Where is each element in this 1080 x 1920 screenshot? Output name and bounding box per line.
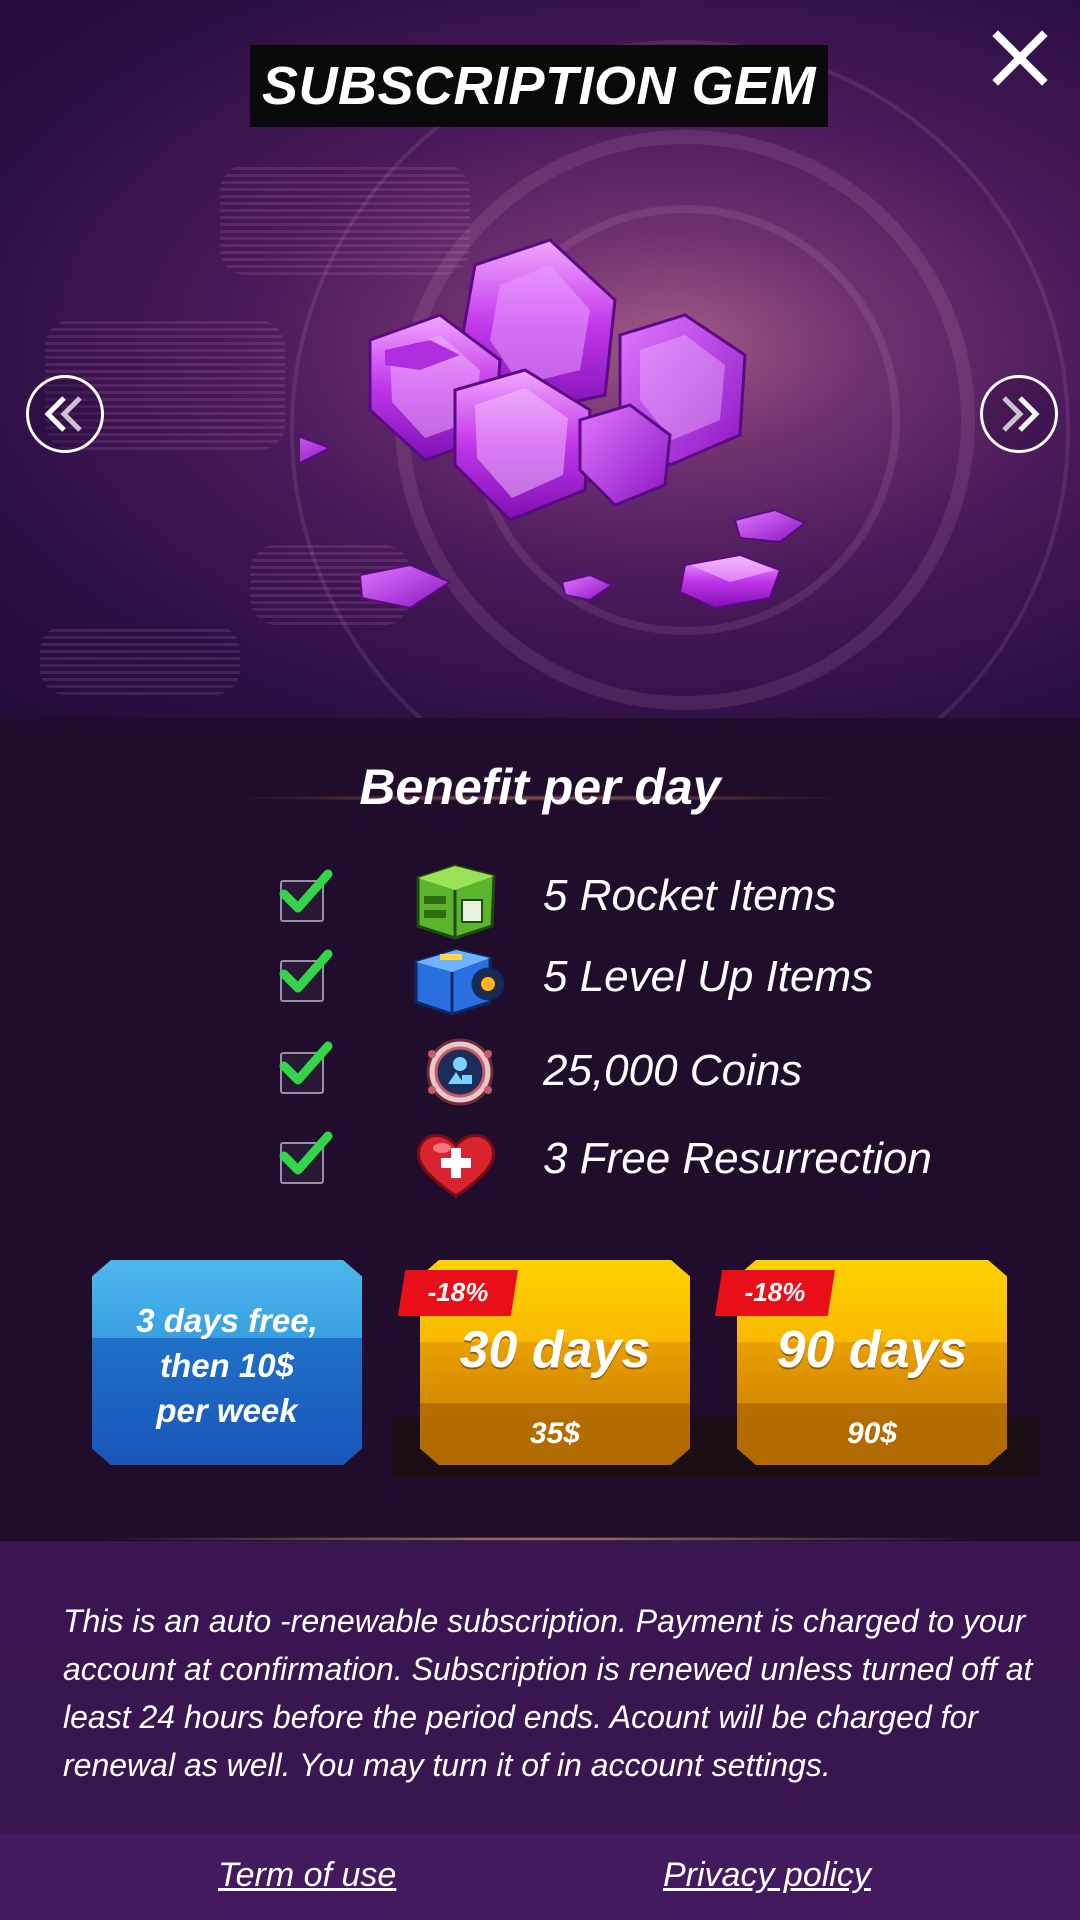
trial-plan-label: 3 days free, then 10$ per week: [92, 1298, 362, 1433]
gems-illustration: [300, 238, 807, 610]
trial-plan-button[interactable]: 3 days free, then 10$ per week: [92, 1260, 362, 1465]
title-banner: SUBSCRIPTION GEM: [250, 45, 828, 127]
benefit-label: 5 Rocket Items: [543, 871, 837, 920]
coin-icon: [410, 1032, 500, 1112]
trial-plan-line: then 10$: [160, 1347, 294, 1384]
decor-scanline: [40, 625, 240, 695]
plan-duration: 30 days: [459, 1321, 651, 1379]
double-chevron-left-icon: [44, 396, 82, 432]
benefit-checkbox[interactable]: [279, 949, 333, 1002]
discount-badge: -18%: [715, 1270, 835, 1316]
legal-text: This is an auto -renewable subscription.…: [63, 1603, 1033, 1783]
close-icon: [992, 30, 1048, 86]
benefit-label: 25,000 Coins: [543, 1046, 803, 1095]
benefit-row: 3 Free Resurrection: [0, 1120, 1080, 1200]
prev-button[interactable]: [26, 375, 104, 453]
benefit-checkbox[interactable]: [279, 1041, 333, 1094]
discount-badge: -18%: [398, 1270, 518, 1316]
plan-30-days-button[interactable]: 30 days 35$ -18%: [392, 1260, 722, 1477]
plan-duration: 90 days: [776, 1321, 968, 1379]
legal-section: This is an auto -renewable subscription.…: [0, 1541, 1080, 1834]
privacy-policy-link[interactable]: Privacy policy: [663, 1856, 871, 1895]
plan-price: 90$: [846, 1417, 898, 1450]
close-button[interactable]: [988, 26, 1052, 90]
double-chevron-right-icon: [1002, 396, 1040, 432]
check-icon: [279, 869, 333, 913]
benefit-checkbox[interactable]: [279, 1131, 333, 1184]
discount-label: -18%: [427, 1277, 489, 1307]
plan-90-days-button[interactable]: 90 days 90$ -18%: [709, 1260, 1039, 1477]
page-title: SUBSCRIPTION GEM: [261, 56, 817, 116]
benefit-row: 25,000 Coins: [0, 1030, 1080, 1110]
benefit-label: 3 Free Resurrection: [543, 1134, 932, 1183]
benefit-row: 5 Rocket Items: [0, 860, 1080, 940]
check-icon: [279, 1131, 333, 1175]
trial-plan-line: 3 days free,: [136, 1302, 318, 1339]
benefit-row: 5 Level Up Items: [0, 940, 1080, 1020]
level-up-chest-icon: [410, 940, 505, 1020]
rocket-crate-icon: [410, 860, 500, 940]
hero-banner: SUBSCRIPTION GEM: [0, 0, 1080, 718]
benefit-checkbox[interactable]: [279, 869, 333, 922]
discount-label: -18%: [744, 1277, 806, 1307]
terms-of-use-link[interactable]: Term of use: [218, 1856, 396, 1895]
benefits-title: Benefit per day: [359, 759, 721, 815]
check-icon: [279, 1041, 333, 1085]
next-button[interactable]: [980, 375, 1058, 453]
plan-price: 35$: [529, 1417, 581, 1450]
footer: Term of use Privacy policy: [0, 1834, 1080, 1920]
heart-plus-icon: [410, 1124, 500, 1204]
trial-plan-line: per week: [156, 1392, 298, 1429]
check-icon: [279, 949, 333, 993]
benefit-label: 5 Level Up Items: [543, 952, 874, 1001]
